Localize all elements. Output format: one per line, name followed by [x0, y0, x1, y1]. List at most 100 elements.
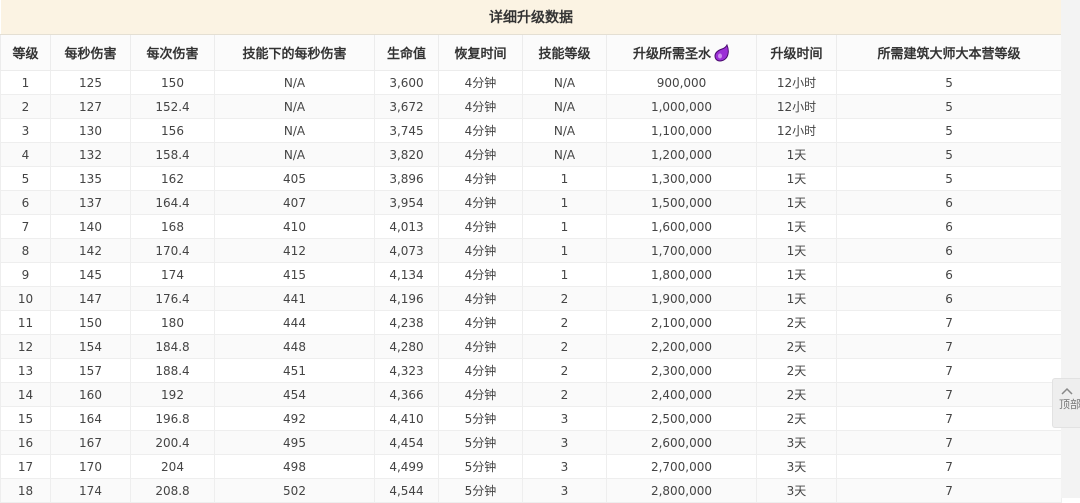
table-cell: 3,954 [374, 190, 439, 215]
table-row: 18 174 208.8 502 4,544 5分钟 3 2,800,000 3天 7 [0, 478, 1063, 503]
table-cell: 3天 [756, 430, 837, 455]
table-cell: 4,544 [374, 478, 439, 503]
table-cell: 415 [214, 262, 375, 287]
table-cell: 157 [50, 358, 131, 383]
table-cell: 170.4 [130, 238, 215, 263]
back-to-top-button[interactable]: 顶部 [1052, 378, 1080, 428]
table-cell: 6 [835, 262, 1063, 287]
table-row: 9 145 174 415 4,134 4分钟 1 1,800,000 1天 6 [0, 262, 1063, 287]
column-header-label: 升级时间 [770, 47, 823, 62]
table-cell: 1天 [756, 142, 837, 167]
table-cell: 492 [214, 406, 375, 431]
table-cell: 4,196 [374, 286, 439, 311]
table-cell: 2 [522, 382, 607, 407]
table-cell: 900,000 [606, 70, 757, 95]
table-cell: 1 [522, 262, 607, 287]
table-cell: 180 [130, 310, 215, 335]
column-header: 每次伤害 [130, 34, 215, 71]
table-cell: 168 [130, 214, 215, 239]
table-cell: 5分钟 [438, 406, 523, 431]
table-cell: 3,600 [374, 70, 439, 95]
table-cell: 407 [214, 190, 375, 215]
table-cell: 1 [522, 238, 607, 263]
column-header-label: 技能下的每秒伤害 [242, 47, 347, 62]
table-row: 6 137 164.4 407 3,954 4分钟 1 1,500,000 1天 6 [0, 190, 1063, 215]
table-cell: 4分钟 [438, 214, 523, 239]
table-cell: 4分钟 [438, 310, 523, 335]
column-header: 每秒伤害 [50, 34, 131, 71]
column-header: 升级所需圣水 [606, 34, 757, 71]
table-row: 10 147 176.4 441 4,196 4分钟 2 1,900,000 1天 6 [0, 286, 1063, 311]
table-cell: 4分钟 [438, 382, 523, 407]
table-cell: 2,800,000 [606, 478, 757, 503]
table-row: 12 154 184.8 448 4,280 4分钟 2 2,200,000 2天 7 [0, 334, 1063, 359]
chevron-up-icon [1060, 387, 1073, 395]
table-cell: 11 [0, 310, 51, 335]
table-cell: 196.8 [130, 406, 215, 431]
table-cell: 3 [522, 454, 607, 479]
table-cell: 3天 [756, 478, 837, 503]
table-cell: 4,410 [374, 406, 439, 431]
table-cell: 495 [214, 430, 375, 455]
table-cell: 5 [835, 118, 1063, 143]
table-cell: 1 [522, 214, 607, 239]
table-cell: 4分钟 [438, 118, 523, 143]
table-cell: 12小时 [756, 94, 837, 119]
table-cell: 498 [214, 454, 375, 479]
table-cell: 15 [0, 406, 51, 431]
table-cell: 2天 [756, 358, 837, 383]
table-row: 2 127 152.4 N/A 3,672 4分钟 N/A 1,000,000 12小时 5 [0, 94, 1063, 119]
table-cell: 176.4 [130, 286, 215, 311]
table-cell: 164 [50, 406, 131, 431]
table-row: 16 167 200.4 495 4,454 5分钟 3 2,600,000 3天 7 [0, 430, 1063, 455]
table-cell: 7 [835, 358, 1063, 383]
column-header: 恢复时间 [438, 34, 523, 71]
table-cell: 2 [522, 310, 607, 335]
table-cell: 4,280 [374, 334, 439, 359]
table-cell: 2天 [756, 382, 837, 407]
table-cell: 7 [835, 382, 1063, 407]
table-cell: 154 [50, 334, 131, 359]
table-cell: 2,400,000 [606, 382, 757, 407]
table-cell: 1天 [756, 190, 837, 215]
table-cell: 1天 [756, 238, 837, 263]
table-row: 11 150 180 444 4,238 4分钟 2 2,100,000 2天 7 [0, 310, 1063, 335]
table-cell: 7 [835, 406, 1063, 431]
table-cell: 4,454 [374, 430, 439, 455]
table-cell: 6 [835, 190, 1063, 215]
table-cell: 412 [214, 238, 375, 263]
table-cell: 2天 [756, 334, 837, 359]
table-cell: 188.4 [130, 358, 215, 383]
table-cell: 184.8 [130, 334, 215, 359]
table-cell: 10 [0, 286, 51, 311]
table-cell: 448 [214, 334, 375, 359]
table-cell: 2,500,000 [606, 406, 757, 431]
table-cell: 5分钟 [438, 430, 523, 455]
table-cell: 4分钟 [438, 142, 523, 167]
table-cell: 4 [0, 142, 51, 167]
table-cell: 2 [522, 358, 607, 383]
table-cell: 6 [835, 214, 1063, 239]
table-cell: 5 [0, 166, 51, 191]
table-cell: 18 [0, 478, 51, 503]
table-cell: 7 [835, 334, 1063, 359]
table-cell: 1,900,000 [606, 286, 757, 311]
table-cell: 12 [0, 334, 51, 359]
table-cell: 1,000,000 [606, 94, 757, 119]
table-cell: N/A [214, 94, 375, 119]
table-cell: 454 [214, 382, 375, 407]
table-cell: 2,600,000 [606, 430, 757, 455]
table-cell: 5 [835, 70, 1063, 95]
table-cell: 3,745 [374, 118, 439, 143]
table-cell: 1 [522, 166, 607, 191]
table-cell: 164.4 [130, 190, 215, 215]
table-cell: 4,238 [374, 310, 439, 335]
table-cell: 4分钟 [438, 190, 523, 215]
table-body: 1 125 150 N/A 3,600 4分钟 N/A 900,000 12小时 5 2 127 152… [0, 70, 1063, 503]
table-cell: 1,600,000 [606, 214, 757, 239]
table-cell: 4,323 [374, 358, 439, 383]
table-cell: 3 [522, 430, 607, 455]
table-cell: 5分钟 [438, 454, 523, 479]
table-cell: 451 [214, 358, 375, 383]
table-row: 3 130 156 N/A 3,745 4分钟 N/A 1,100,000 12小时 5 [0, 118, 1063, 143]
